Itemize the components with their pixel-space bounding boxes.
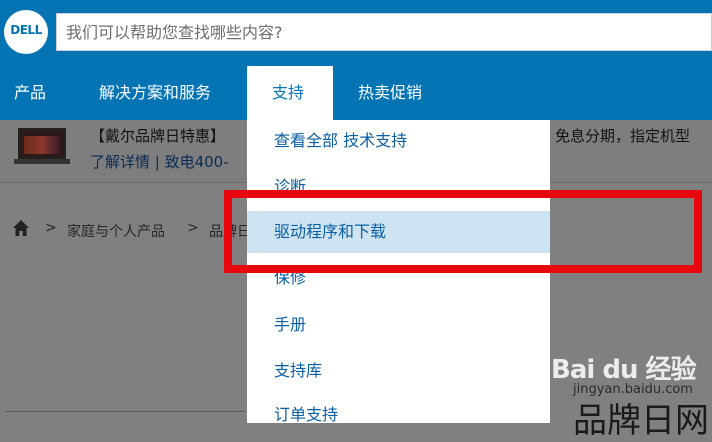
menu-item-order-support[interactable]: 订单支持 [247,394,550,436]
breadcrumb-item-home-personal[interactable]: 家庭与个人产品 [67,221,165,241]
promo-title: 【戴尔品牌日特惠】 [90,127,226,145]
watermark: Bai du 经验 jingyan.baidu.com [551,347,712,399]
baidu-jingyan-logo: Bai du 经验 [551,355,696,385]
nav-item-products[interactable]: 产品 [14,66,46,120]
top-header: DELL [0,0,712,66]
promo-right-text: 免息分期，指定机型 [555,127,691,145]
nav-item-deals[interactable]: 热卖促销 [358,66,422,120]
laptop-thumbnail [14,128,70,168]
chevron-right-icon: > [45,220,57,236]
promo-links[interactable]: 了解详情 | 致电400- [90,151,229,172]
main-nav: 产品 解决方案和服务 支持 热卖促销 [0,66,712,120]
page-title: 品牌日网 [573,401,709,441]
chevron-right-icon: > [187,220,199,236]
nav-item-support[interactable]: 支持 [247,66,333,120]
search-box[interactable] [56,13,712,51]
logo-text: DELL [10,23,42,37]
highlight-annotation-box [224,190,702,273]
menu-item-knowledge-base[interactable]: 支持库 [247,350,550,392]
menu-item-all-support[interactable]: 查看全部 技术支持 [247,120,550,162]
home-icon[interactable] [12,219,30,237]
dell-logo[interactable]: DELL [4,10,48,54]
menu-item-manuals[interactable]: 手册 [247,304,550,346]
divider [5,411,245,412]
watermark-url: jingyan.baidu.com [573,382,693,397]
nav-item-solutions[interactable]: 解决方案和服务 [99,66,211,120]
search-input[interactable] [57,14,711,50]
